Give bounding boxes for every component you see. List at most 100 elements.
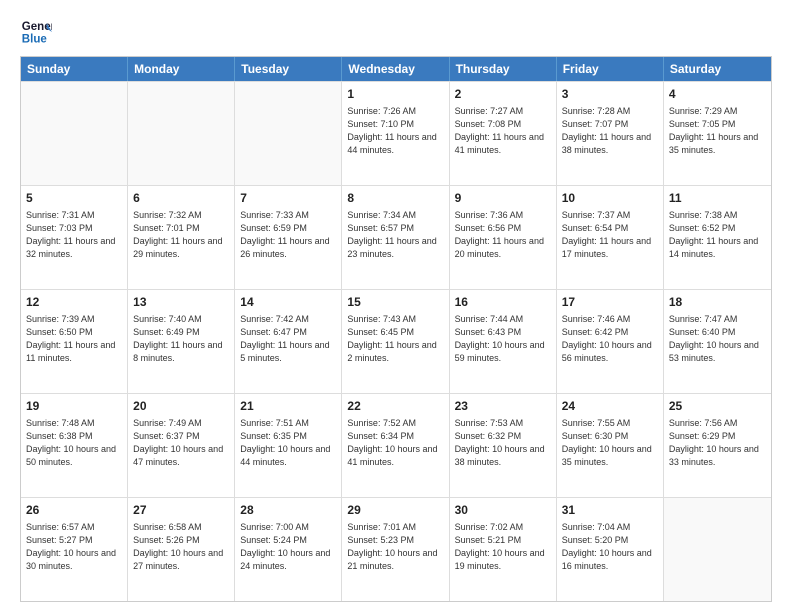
empty-cell <box>128 82 235 185</box>
day-cell-10: 10 Sunrise: 7:37 AM Sunset: 6:54 PM Dayli… <box>557 186 664 289</box>
day-cell-23: 23 Sunrise: 7:53 AM Sunset: 6:32 PM Dayli… <box>450 394 557 497</box>
cell-info: Sunrise: 7:04 AM Sunset: 5:20 PM Dayligh… <box>562 521 658 573</box>
cell-info: Sunrise: 7:52 AM Sunset: 6:34 PM Dayligh… <box>347 417 443 469</box>
empty-cell <box>664 498 771 601</box>
day-cell-20: 20 Sunrise: 7:49 AM Sunset: 6:37 PM Dayli… <box>128 394 235 497</box>
day-cell-1: 1 Sunrise: 7:26 AM Sunset: 7:10 PM Daylig… <box>342 82 449 185</box>
cell-info: Sunrise: 6:57 AM Sunset: 5:27 PM Dayligh… <box>26 521 122 573</box>
cell-info: Sunrise: 7:42 AM Sunset: 6:47 PM Dayligh… <box>240 313 336 365</box>
cell-info: Sunrise: 7:37 AM Sunset: 6:54 PM Dayligh… <box>562 209 658 261</box>
cell-info: Sunrise: 7:38 AM Sunset: 6:52 PM Dayligh… <box>669 209 766 261</box>
day-cell-4: 4 Sunrise: 7:29 AM Sunset: 7:05 PM Daylig… <box>664 82 771 185</box>
day-cell-24: 24Sunrise: 7:55 AM Sunset: 6:30 PM Dayli… <box>557 394 664 497</box>
cell-info: Sunrise: 7:29 AM Sunset: 7:05 PM Dayligh… <box>669 105 766 157</box>
day-header-saturday: Saturday <box>664 57 771 81</box>
day-cell-3: 3Sunrise: 7:28 AM Sunset: 7:07 PM Daylig… <box>557 82 664 185</box>
cell-info: Sunrise: 7:02 AM Sunset: 5:21 PM Dayligh… <box>455 521 551 573</box>
cell-info: Sunrise: 7:51 AM Sunset: 6:35 PM Dayligh… <box>240 417 336 469</box>
cell-info: Sunrise: 7:34 AM Sunset: 6:57 PM Dayligh… <box>347 209 443 261</box>
day-cell-15: 15Sunrise: 7:43 AM Sunset: 6:45 PM Dayli… <box>342 290 449 393</box>
logo: General Blue <box>20 16 52 48</box>
day-header-monday: Monday <box>128 57 235 81</box>
day-cell-27: 27 Sunrise: 6:58 AM Sunset: 5:26 PM Dayli… <box>128 498 235 601</box>
day-cell-5: 5 Sunrise: 7:31 AM Sunset: 7:03 PM Daylig… <box>21 186 128 289</box>
day-cell-8: 8 Sunrise: 7:34 AM Sunset: 6:57 PM Daylig… <box>342 186 449 289</box>
day-header-wednesday: Wednesday <box>342 57 449 81</box>
day-number: 10 <box>562 190 658 207</box>
day-cell-25: 25Sunrise: 7:56 AM Sunset: 6:29 PM Dayli… <box>664 394 771 497</box>
logo-icon: General Blue <box>20 16 52 48</box>
cell-info: Sunrise: 7:40 AM Sunset: 6:49 PM Dayligh… <box>133 313 229 365</box>
day-cell-18: 18 Sunrise: 7:47 AM Sunset: 6:40 PM Dayli… <box>664 290 771 393</box>
page-header: General Blue <box>20 16 772 48</box>
day-cell-6: 6Sunrise: 7:32 AM Sunset: 7:01 PM Daylig… <box>128 186 235 289</box>
day-header-friday: Friday <box>557 57 664 81</box>
day-number: 23 <box>455 398 551 415</box>
calendar-row-2: 5 Sunrise: 7:31 AM Sunset: 7:03 PM Daylig… <box>21 185 771 289</box>
day-header-sunday: Sunday <box>21 57 128 81</box>
day-number: 5 <box>26 190 122 207</box>
cell-info: Sunrise: 7:56 AM Sunset: 6:29 PM Dayligh… <box>669 417 766 469</box>
day-number: 11 <box>669 190 766 207</box>
day-cell-13: 13 Sunrise: 7:40 AM Sunset: 6:49 PM Dayli… <box>128 290 235 393</box>
cell-info: Sunrise: 7:27 AM Sunset: 7:08 PM Dayligh… <box>455 105 551 157</box>
day-number: 27 <box>133 502 229 519</box>
cell-info: Sunrise: 7:53 AM Sunset: 6:32 PM Dayligh… <box>455 417 551 469</box>
day-number: 8 <box>347 190 443 207</box>
day-number: 21 <box>240 398 336 415</box>
day-cell-14: 14 Sunrise: 7:42 AM Sunset: 6:47 PM Dayli… <box>235 290 342 393</box>
day-number: 19 <box>26 398 122 415</box>
day-number: 26 <box>26 502 122 519</box>
calendar: SundayMondayTuesdayWednesdayThursdayFrid… <box>20 56 772 602</box>
day-number: 3 <box>562 86 658 103</box>
cell-info: Sunrise: 7:31 AM Sunset: 7:03 PM Dayligh… <box>26 209 122 261</box>
svg-text:Blue: Blue <box>22 34 48 46</box>
day-number: 29 <box>347 502 443 519</box>
cell-info: Sunrise: 7:44 AM Sunset: 6:43 PM Dayligh… <box>455 313 551 365</box>
day-cell-31: 31 Sunrise: 7:04 AM Sunset: 5:20 PM Dayli… <box>557 498 664 601</box>
empty-cell <box>21 82 128 185</box>
day-header-tuesday: Tuesday <box>235 57 342 81</box>
cell-info: Sunrise: 7:36 AM Sunset: 6:56 PM Dayligh… <box>455 209 551 261</box>
day-number: 31 <box>562 502 658 519</box>
day-cell-7: 7 Sunrise: 7:33 AM Sunset: 6:59 PM Daylig… <box>235 186 342 289</box>
day-number: 1 <box>347 86 443 103</box>
day-number: 2 <box>455 86 551 103</box>
day-header-thursday: Thursday <box>450 57 557 81</box>
day-number: 7 <box>240 190 336 207</box>
cell-info: Sunrise: 7:46 AM Sunset: 6:42 PM Dayligh… <box>562 313 658 365</box>
day-number: 4 <box>669 86 766 103</box>
cell-info: Sunrise: 7:32 AM Sunset: 7:01 PM Dayligh… <box>133 209 229 261</box>
cell-info: Sunrise: 7:47 AM Sunset: 6:40 PM Dayligh… <box>669 313 766 365</box>
day-cell-28: 28 Sunrise: 7:00 AM Sunset: 5:24 PM Dayli… <box>235 498 342 601</box>
day-number: 14 <box>240 294 336 311</box>
day-cell-2: 2 Sunrise: 7:27 AM Sunset: 7:08 PM Daylig… <box>450 82 557 185</box>
day-number: 30 <box>455 502 551 519</box>
day-number: 13 <box>133 294 229 311</box>
day-cell-12: 12Sunrise: 7:39 AM Sunset: 6:50 PM Dayli… <box>21 290 128 393</box>
day-number: 28 <box>240 502 336 519</box>
day-number: 16 <box>455 294 551 311</box>
day-cell-9: 9 Sunrise: 7:36 AM Sunset: 6:56 PM Daylig… <box>450 186 557 289</box>
day-number: 17 <box>562 294 658 311</box>
day-number: 20 <box>133 398 229 415</box>
day-cell-26: 26 Sunrise: 6:57 AM Sunset: 5:27 PM Dayli… <box>21 498 128 601</box>
cell-info: Sunrise: 7:49 AM Sunset: 6:37 PM Dayligh… <box>133 417 229 469</box>
day-cell-11: 11 Sunrise: 7:38 AM Sunset: 6:52 PM Dayli… <box>664 186 771 289</box>
day-number: 18 <box>669 294 766 311</box>
day-number: 12 <box>26 294 122 311</box>
cell-info: Sunrise: 7:48 AM Sunset: 6:38 PM Dayligh… <box>26 417 122 469</box>
day-number: 24 <box>562 398 658 415</box>
day-number: 22 <box>347 398 443 415</box>
day-number: 9 <box>455 190 551 207</box>
day-cell-21: 21 Sunrise: 7:51 AM Sunset: 6:35 PM Dayli… <box>235 394 342 497</box>
cell-info: Sunrise: 6:58 AM Sunset: 5:26 PM Dayligh… <box>133 521 229 573</box>
empty-cell <box>235 82 342 185</box>
day-cell-29: 29Sunrise: 7:01 AM Sunset: 5:23 PM Dayli… <box>342 498 449 601</box>
day-cell-30: 30 Sunrise: 7:02 AM Sunset: 5:21 PM Dayli… <box>450 498 557 601</box>
cell-info: Sunrise: 7:26 AM Sunset: 7:10 PM Dayligh… <box>347 105 443 157</box>
calendar-row-5: 26 Sunrise: 6:57 AM Sunset: 5:27 PM Dayli… <box>21 497 771 601</box>
cell-info: Sunrise: 7:33 AM Sunset: 6:59 PM Dayligh… <box>240 209 336 261</box>
calendar-body: 1 Sunrise: 7:26 AM Sunset: 7:10 PM Daylig… <box>21 81 771 601</box>
cell-info: Sunrise: 7:00 AM Sunset: 5:24 PM Dayligh… <box>240 521 336 573</box>
